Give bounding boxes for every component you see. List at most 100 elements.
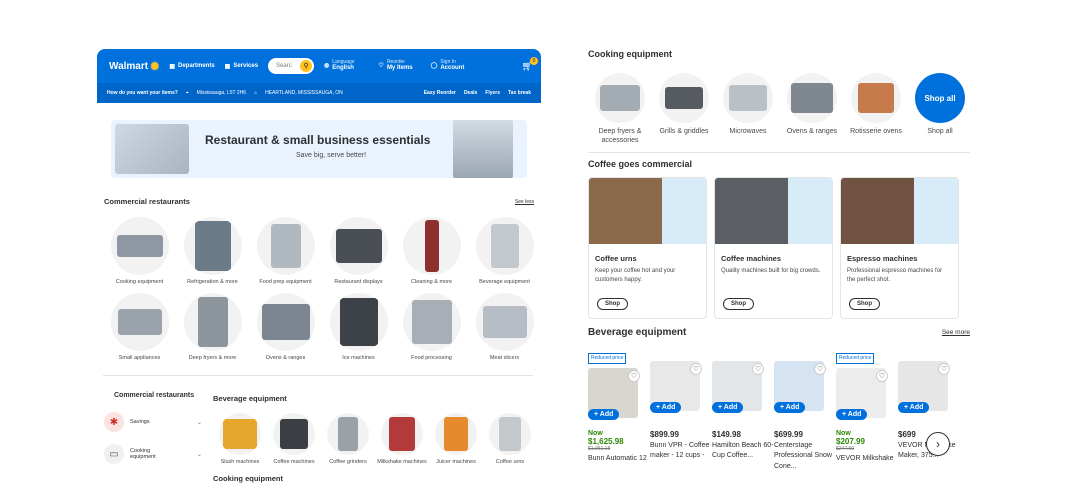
product-card[interactable]: ♡ + Add $699.99 Centerstage Professional …: [774, 346, 836, 473]
cooking-sub-title: Cooking equipment: [213, 474, 283, 484]
nav-link-reorder[interactable]: Easy Reorder: [424, 90, 456, 96]
banner-subtitle: Save big, serve better!: [296, 152, 367, 159]
product-image[interactable]: ♡ + Add: [774, 360, 826, 413]
product-image[interactable]: ♡ + Add: [588, 367, 640, 420]
banner-appliance-image: [115, 124, 189, 174]
nav-link-tax-break[interactable]: Tax break: [508, 90, 531, 96]
cart-button[interactable]: 🛒︎ 0: [522, 56, 538, 72]
side-nav-item-savings[interactable]: ✱ Savings ⌄: [104, 412, 202, 433]
machine-product-image: [788, 177, 832, 244]
add-button[interactable]: + Add: [898, 401, 930, 413]
category-ice-machines[interactable]: Ice machines: [322, 293, 395, 361]
deep-fryer-image: [600, 85, 640, 111]
store-text[interactable]: HEARTLAND, MISSISSAUGA, ON: [265, 90, 343, 96]
walmart-page-screenshot: Walmart ✺ ▦ Departments ▦ Services Searc…: [97, 49, 541, 500]
product-name[interactable]: Hamilton Beach 60-Cup Coffee...: [712, 441, 774, 462]
cooking-item-microwaves[interactable]: Microwaves: [716, 73, 780, 146]
coffee-card-machines[interactable]: Coffee machines Quality machines built f…: [714, 176, 833, 319]
product-name[interactable]: VEVOR Milkshake: [836, 454, 898, 465]
see-more-link[interactable]: See more: [942, 329, 970, 336]
carousel-next-button[interactable]: ›: [926, 431, 950, 456]
add-button[interactable]: + Add: [774, 401, 806, 413]
category-restaurant-displays[interactable]: Restaurant displays: [322, 217, 395, 285]
services-button[interactable]: ▦ Services: [225, 63, 258, 70]
category-food-processing[interactable]: Food processing: [395, 293, 468, 361]
account-button[interactable]: ◯ Sign In Account: [431, 59, 465, 73]
heart-icon[interactable]: ♡: [690, 362, 702, 375]
category-coffee-machines[interactable]: Coffee machines: [267, 413, 321, 466]
nav-link-deals[interactable]: Deals: [464, 90, 477, 96]
juicer-image: [444, 417, 468, 451]
product-image[interactable]: ♡ + Add: [650, 360, 702, 413]
cooking-category-row: Deep fryers & accessories Grills & gridd…: [588, 73, 970, 146]
heart-icon[interactable]: ♡: [628, 369, 640, 382]
heart-icon[interactable]: ♡: [752, 362, 764, 375]
search-icon[interactable]: ⚲: [300, 60, 313, 72]
hero-banner[interactable]: Restaurant & small business essentials S…: [111, 120, 527, 178]
coffee-card-urns[interactable]: Coffee urns Keep your coffee hot and you…: [588, 176, 707, 319]
category-small-appliances[interactable]: Small appliances: [103, 293, 176, 361]
product-price: $1,625.98: [588, 436, 624, 446]
category-refrigeration[interactable]: Refrigeration & more: [176, 217, 249, 285]
walmart-logo[interactable]: Walmart ✺: [109, 60, 159, 73]
my-items-button[interactable]: ♡ Reorder My Items: [379, 59, 413, 73]
product-name[interactable]: Centerstage Professional Snow Cone...: [774, 441, 836, 473]
side-nav-title: Commercial restaurants: [114, 392, 195, 399]
category-food-prep[interactable]: Food prep equipment: [249, 217, 322, 285]
category-milkshake-machines[interactable]: Milkshake machines: [375, 413, 429, 466]
cooking-item-shop-all[interactable]: Shop all Shop all: [908, 73, 972, 146]
product-price: $149.98: [712, 429, 741, 439]
product-card[interactable]: Reduced price ♡ + Add Now $1,625.98 $1,95…: [588, 346, 650, 473]
delivery-prompt[interactable]: How do you want your items?: [107, 90, 178, 96]
product-card[interactable]: Reduced price ♡ + Add Now $207.99 $247.00…: [836, 346, 898, 473]
category-coffee-urns[interactable]: Coffee urns: [483, 413, 537, 466]
add-button[interactable]: + Add: [588, 408, 620, 420]
coffee-cards: Coffee urns Keep your coffee hot and you…: [588, 176, 970, 319]
category-juicer-machines[interactable]: Juicer machines: [429, 413, 483, 466]
product-image[interactable]: ♡ + Add: [898, 360, 950, 413]
scale-image: [117, 309, 162, 335]
cooking-item-deep-fryers[interactable]: Deep fryers & accessories: [588, 73, 652, 146]
add-button[interactable]: + Add: [712, 401, 744, 413]
departments-button[interactable]: ▦ Departments: [169, 63, 214, 70]
slicer-image: [482, 306, 527, 338]
cooking-item-ovens[interactable]: Ovens & ranges: [780, 73, 844, 146]
add-button[interactable]: + Add: [650, 401, 682, 413]
cooking-item-rotisserie[interactable]: Rotisserie ovens: [844, 73, 908, 146]
side-nav-item-cooking[interactable]: ▭ Cooking equipment ⌄: [104, 444, 202, 465]
heart-icon[interactable]: ♡: [876, 369, 888, 382]
product-name[interactable]: Bunn Automatic 12: [588, 454, 650, 465]
category-beverage-equipment[interactable]: Beverage equipment: [468, 217, 541, 285]
spark-icon: ✺: [150, 60, 160, 73]
shop-button-machines[interactable]: Shop: [723, 297, 754, 310]
category-cleaning[interactable]: Cleaning & more: [395, 217, 468, 285]
chevron-down-icon: ⌄: [196, 419, 202, 426]
product-name[interactable]: Bunn VPR - Coffee maker - 12 cups -: [650, 441, 712, 462]
beverage-subsection: Beverage equipment Slush machines Coffee…: [213, 394, 538, 483]
category-coffee-grinders[interactable]: Coffee grinders: [321, 413, 375, 466]
shop-button-espresso[interactable]: Shop: [849, 297, 880, 310]
language-selector[interactable]: ◍ Language English: [324, 59, 355, 73]
product-card[interactable]: ♡ + Add $149.98 Hamilton Beach 60-Cup Cof…: [712, 346, 774, 473]
category-cooking-equipment[interactable]: Cooking equipment: [103, 217, 176, 285]
product-card[interactable]: ♡ + Add $899.99 Bunn VPR - Coffee maker -…: [650, 346, 712, 473]
heart-icon[interactable]: ♡: [814, 362, 826, 375]
nav-link-flyers[interactable]: Flyers: [485, 90, 500, 96]
category-deep-fryers[interactable]: Deep fryers & more: [176, 293, 249, 361]
location-text[interactable]: Mississauga, L5T 2H6: [197, 90, 246, 96]
category-meat-slicers[interactable]: Meat slicers: [468, 293, 541, 361]
category-ovens-ranges[interactable]: Ovens & ranges: [249, 293, 322, 361]
shop-button-urns[interactable]: Shop: [597, 297, 628, 310]
cooking-icon: ▭: [104, 444, 124, 465]
search-input[interactable]: Searc ⚲: [268, 58, 315, 74]
add-button[interactable]: + Add: [836, 408, 868, 420]
heart-icon[interactable]: ♡: [938, 362, 950, 375]
see-less-link[interactable]: See less: [515, 199, 534, 205]
cooking-item-grills[interactable]: Grills & griddles: [652, 73, 716, 146]
category-slush-machines[interactable]: Slush machines: [213, 413, 267, 466]
shop-all-button[interactable]: Shop all: [915, 73, 965, 123]
coffee-card-espresso[interactable]: Espresso machines Professional espresso …: [840, 176, 959, 319]
product-card[interactable]: ♡+ Add $699 VEVOR Milkshake Maker, 375..…: [898, 346, 960, 473]
product-image[interactable]: ♡ + Add: [712, 360, 764, 413]
product-image[interactable]: ♡ + Add: [836, 367, 888, 420]
